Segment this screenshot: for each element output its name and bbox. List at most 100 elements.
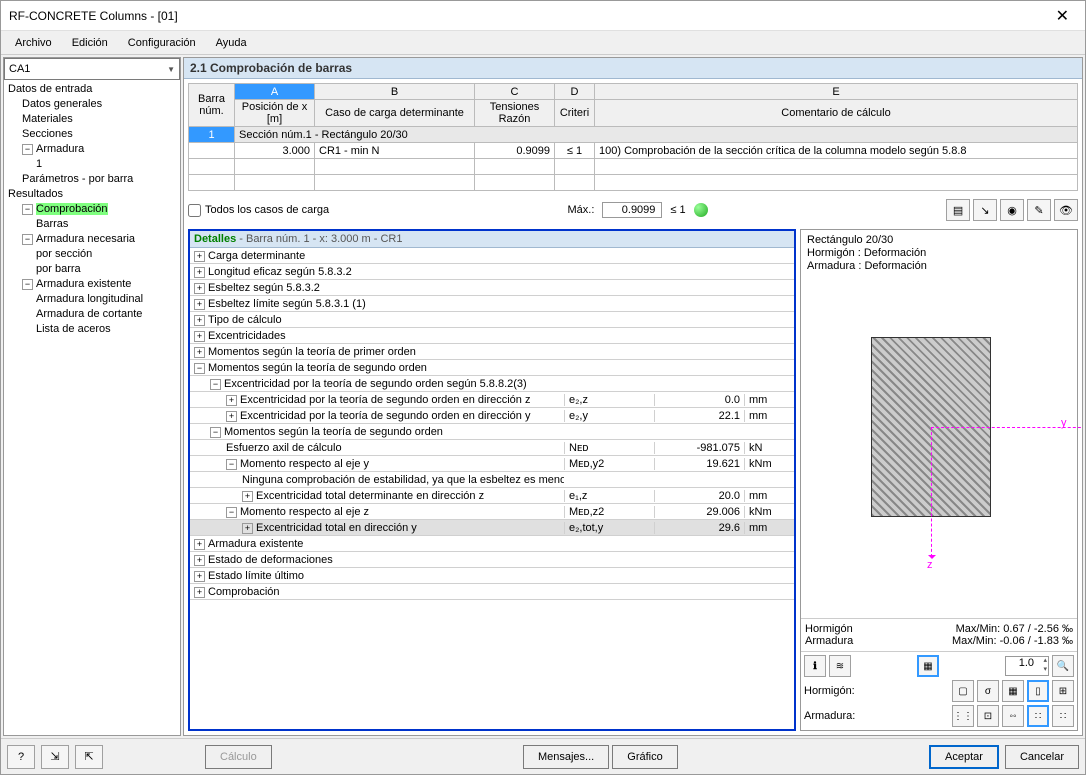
plus-icon[interactable]: + [194, 315, 205, 326]
menu-edicion[interactable]: Edición [62, 34, 118, 52]
a-btn-5[interactable]: ∷ [1052, 705, 1074, 727]
minus-icon[interactable]: − [194, 363, 205, 374]
detail-row[interactable]: +Longitud eficaz según 5.8.3.2 [190, 264, 794, 280]
plus-icon[interactable]: + [194, 251, 205, 262]
case-dropdown[interactable]: CA1 ▼ [4, 58, 180, 80]
minus-icon[interactable]: − [22, 234, 33, 245]
nav-tree[interactable]: Datos de entrada Datos generales Materia… [4, 80, 180, 735]
hatch-icon[interactable]: ▦ [917, 655, 939, 677]
minus-icon[interactable]: − [210, 427, 221, 438]
all-cases-input[interactable] [188, 204, 201, 217]
tb-btn-4[interactable]: ✎ [1027, 199, 1051, 221]
export-icon[interactable]: ⇲ [41, 745, 69, 769]
tb-btn-1[interactable]: ▤ [946, 199, 970, 221]
h-btn-2[interactable]: σ [977, 680, 999, 702]
scale-spinner[interactable]: 1.0 [1005, 656, 1049, 676]
tree-barras[interactable]: Barras [8, 217, 176, 232]
tree-por-seccion[interactable]: por sección [8, 247, 176, 262]
plus-icon[interactable]: + [194, 331, 205, 342]
detail-row[interactable]: +Estado de deformaciones [190, 552, 794, 568]
tree-comprobacion[interactable]: −Comprobación [8, 202, 176, 217]
detail-row[interactable]: −Momentos según la teoría de segundo ord… [190, 360, 794, 376]
eye-icon[interactable]: 👁 [1054, 199, 1078, 221]
h-btn-4[interactable]: ▯ [1027, 680, 1049, 702]
h-btn-3[interactable]: ▦ [1002, 680, 1024, 702]
table-row[interactable]: 3.000 CR1 - min N 0.9099 ≤ 1 100) Compro… [189, 143, 1078, 159]
info-icon[interactable]: ℹ [804, 655, 826, 677]
all-cases-checkbox[interactable]: Todos los casos de carga [188, 204, 329, 217]
detail-row[interactable]: +Excentricidad total determinante en dir… [190, 488, 794, 504]
detail-row[interactable]: +Excentricidad por la teoría de segundo … [190, 392, 794, 408]
minus-icon[interactable]: − [226, 507, 237, 518]
import-icon[interactable]: ⇱ [75, 745, 103, 769]
detail-row[interactable]: +Estado límite último [190, 568, 794, 584]
a-btn-1[interactable]: ⋮⋮ [952, 705, 974, 727]
row-num[interactable]: 1 [189, 127, 235, 143]
plus-icon[interactable]: + [194, 539, 205, 550]
detail-row[interactable]: −Momento respecto al eje yMᴇᴅ,y219.621kN… [190, 456, 794, 472]
a-btn-4[interactable]: ∷ [1027, 705, 1049, 727]
tree-arm-necesaria[interactable]: −Armadura necesaria [8, 232, 176, 247]
detail-row[interactable]: +Excentricidad por la teoría de segundo … [190, 408, 794, 424]
tree-materiales[interactable]: Materiales [8, 112, 176, 127]
tree-por-barra[interactable]: por barra [8, 262, 176, 277]
tree-datos-entrada[interactable]: Datos de entrada [8, 82, 176, 97]
plus-icon[interactable]: + [194, 347, 205, 358]
tree-datos-generales[interactable]: Datos generales [8, 97, 176, 112]
tree-arm-existente[interactable]: −Armadura existente [8, 277, 176, 292]
tree-secciones[interactable]: Secciones [8, 127, 176, 142]
zoom-icon[interactable]: 🔍 [1052, 655, 1074, 677]
col-e[interactable]: E [595, 84, 1078, 100]
detail-row[interactable]: −Momentos según la teoría de segundo ord… [190, 424, 794, 440]
section-canvas[interactable]: y z [801, 277, 1077, 618]
tb-btn-3[interactable]: ◉ [1000, 199, 1024, 221]
detail-row[interactable]: +Excentricidades [190, 328, 794, 344]
detail-row[interactable]: Esfuerzo axil de cálculoNᴇᴅ-981.075kN [190, 440, 794, 456]
menu-configuracion[interactable]: Configuración [118, 34, 206, 52]
col-b[interactable]: B [315, 84, 475, 100]
detail-row[interactable]: +Armadura existente [190, 536, 794, 552]
tree-arm-cortante[interactable]: Armadura de cortante [8, 307, 176, 322]
h-btn-5[interactable]: ⊞ [1052, 680, 1074, 702]
detail-row[interactable]: +Carga determinante [190, 248, 794, 264]
plus-icon[interactable]: + [194, 555, 205, 566]
cancelar-button[interactable]: Cancelar [1005, 745, 1079, 769]
detail-row[interactable]: +Tipo de cálculo [190, 312, 794, 328]
aceptar-button[interactable]: Aceptar [929, 745, 999, 769]
help-icon[interactable]: ? [7, 745, 35, 769]
tree-arm-long[interactable]: Armadura longitudinal [8, 292, 176, 307]
plus-icon[interactable]: + [194, 283, 205, 294]
calculo-button[interactable]: Cálculo [205, 745, 272, 769]
detail-row[interactable]: +Excentricidad total en dirección ye₂,to… [190, 520, 794, 536]
plus-icon[interactable]: + [242, 523, 253, 534]
detail-row[interactable]: +Esbeltez según 5.8.3.2 [190, 280, 794, 296]
mensajes-button[interactable]: Mensajes... [523, 745, 609, 769]
results-table[interactable]: Barra núm. A B C D E Posición de x [m] C… [188, 83, 1078, 191]
detail-row[interactable]: Ninguna comprobación de estabilidad, ya … [190, 472, 794, 488]
col-c[interactable]: C [475, 84, 555, 100]
col-d[interactable]: D [555, 84, 595, 100]
detail-row[interactable]: +Esbeltez límite según 5.8.3.1 (1) [190, 296, 794, 312]
tree-resultados[interactable]: Resultados [8, 187, 176, 202]
tree-armadura-1[interactable]: 1 [8, 157, 176, 172]
tree-lista-aceros[interactable]: Lista de aceros [8, 322, 176, 337]
a-btn-3[interactable]: ◦◦ [1002, 705, 1024, 727]
menu-archivo[interactable]: Archivo [5, 34, 62, 52]
plus-icon[interactable]: + [194, 571, 205, 582]
plus-icon[interactable]: + [242, 491, 253, 502]
details-body[interactable]: +Carga determinante+Longitud eficaz segú… [190, 248, 794, 729]
plus-icon[interactable]: + [194, 267, 205, 278]
plus-icon[interactable]: + [226, 411, 237, 422]
tree-armadura[interactable]: −Armadura [8, 142, 176, 157]
detail-row[interactable]: −Momento respecto al eje zMᴇᴅ,z229.006kN… [190, 504, 794, 520]
detail-row[interactable]: +Comprobación [190, 584, 794, 600]
col-a[interactable]: A [235, 84, 315, 100]
tree-parametros[interactable]: Parámetros - por barra [8, 172, 176, 187]
tb-btn-2[interactable]: ↘ [973, 199, 997, 221]
minus-icon[interactable]: − [22, 144, 33, 155]
plus-icon[interactable]: + [194, 587, 205, 598]
a-btn-2[interactable]: ⊡ [977, 705, 999, 727]
grafico-button[interactable]: Gráfico [612, 745, 677, 769]
h-btn-1[interactable]: ▢ [952, 680, 974, 702]
minus-icon[interactable]: − [22, 279, 33, 290]
